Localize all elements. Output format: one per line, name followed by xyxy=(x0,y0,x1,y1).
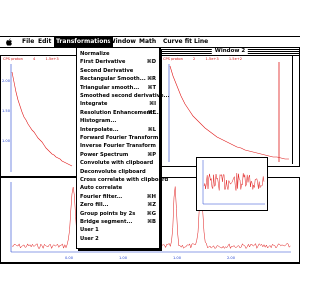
menu-edit[interactable]: Edit xyxy=(38,37,51,47)
inset-plot xyxy=(202,160,265,205)
menu-item-label: Fourier filter... xyxy=(80,193,123,200)
header-value: 1.5e+3 xyxy=(205,57,219,61)
menu-item[interactable]: Inverse Fourier Transform xyxy=(80,142,156,150)
menu-curve-fit[interactable]: Curve fit xyxy=(163,37,192,47)
menu-item[interactable]: Cross correlate with clipboard xyxy=(80,176,168,184)
menu-item[interactable]: Resolution Enhancement... ⌘E xyxy=(80,109,159,117)
menu-item-label: Convolute with clipboard xyxy=(80,160,154,167)
svg-text:1.00: 1.00 xyxy=(173,256,182,260)
menu-item-label: Auto correlate xyxy=(80,185,123,192)
menu-item-label: Integrate xyxy=(80,101,108,108)
menu-item-label: Second Derivative xyxy=(80,67,134,74)
menu-math[interactable]: Math xyxy=(139,37,156,47)
menu-item[interactable]: Power Spectrum ⌘P xyxy=(80,151,156,159)
menu-item-shortcut: ⌘R xyxy=(147,76,156,83)
menu-item-label: Smoothed second derivative... xyxy=(80,93,170,99)
svg-text:2.00: 2.00 xyxy=(227,256,236,260)
menu-item-shortcut: ⌘D xyxy=(146,59,156,66)
menu-item-label: Normalize xyxy=(80,51,110,57)
window-2-scrollbar[interactable] xyxy=(292,56,299,164)
menu-item[interactable]: First Derivative ⌘D xyxy=(80,58,156,66)
menu-item-label: Zero fill... xyxy=(80,202,109,209)
svg-text:1.00: 1.00 xyxy=(119,256,128,260)
menu-file[interactable]: File xyxy=(22,37,34,47)
menu-item[interactable]: Fourier filter... ⌘H xyxy=(80,193,156,201)
window-2-title: Window 2 xyxy=(211,48,249,55)
menu-item[interactable]: Group points by 2s ⌘G xyxy=(80,210,156,218)
menu-item-label: Forward Fourier Transform xyxy=(80,135,159,141)
menu-item-shortcut: ⌘P xyxy=(147,151,156,158)
svg-text:1.50: 1.50 xyxy=(2,109,11,113)
menu-item-label: User 1 xyxy=(80,227,99,234)
menu-item-label: Deconvolute clipboard xyxy=(80,168,146,175)
menu-item[interactable]: User 1 xyxy=(80,226,156,234)
menu-window[interactable]: Window xyxy=(109,37,136,47)
menu-item-shortcut: ⌘G xyxy=(146,210,156,217)
menu-item-label: Triangular smooth... xyxy=(80,84,140,91)
menu-item-shortcut: ⌘T xyxy=(147,84,156,91)
menu-transformations[interactable]: Transformations xyxy=(54,37,114,47)
menu-item[interactable]: Histogram... xyxy=(80,117,156,125)
menu-item-shortcut: ⌘E xyxy=(147,109,156,116)
header-label: CPS proton xyxy=(163,57,183,61)
menu-item-label: Histogram... xyxy=(80,118,117,125)
svg-text:0.00: 0.00 xyxy=(65,256,74,260)
menu-item[interactable]: Zero fill... ⌘Z xyxy=(80,201,156,209)
screen: File Edit Transformations Window Math Cu… xyxy=(0,36,300,264)
header-value: 1.5e+3 xyxy=(45,57,59,61)
menu-item-label: Power Spectrum xyxy=(80,151,129,158)
menu-item-label: User 2 xyxy=(80,235,99,242)
menu-item[interactable]: Interpolate... ⌘L xyxy=(80,126,156,134)
menu-item[interactable]: Auto correlate xyxy=(80,184,156,192)
menu-item-label: Cross correlate with clipboard xyxy=(80,177,169,183)
menu-item[interactable]: Normalize xyxy=(80,50,156,58)
menu-item-label: Interpolate... xyxy=(80,126,119,133)
menu-item[interactable]: Bridge segment... ⌘B xyxy=(80,218,156,226)
transformations-menu: Normalize First Derivative ⌘D Second Deriva… xyxy=(76,47,169,249)
menu-item-label: Bridge segment... xyxy=(80,219,133,225)
svg-text:2.00: 2.00 xyxy=(2,79,11,83)
menu-item-shortcut: ⌘I xyxy=(149,101,156,108)
menu-item-shortcut: ⌘B xyxy=(147,219,156,225)
header-value: 4 xyxy=(33,57,36,61)
window-2-titlebar[interactable]: Window 2 xyxy=(161,48,299,56)
menu-item-label: First Derivative xyxy=(80,59,126,66)
menu-item[interactable]: Triangular smooth... ⌘T xyxy=(80,84,156,92)
menu-item[interactable]: Rectangular Smooth... ⌘R xyxy=(80,75,156,83)
menu-item-shortcut: ⌘Z xyxy=(147,202,156,209)
header-value: 2 xyxy=(193,57,196,61)
menu-item[interactable]: Smoothed second derivative... xyxy=(80,92,169,100)
menu-item[interactable]: Convolute with clipboard xyxy=(80,159,156,167)
svg-text:1.00: 1.00 xyxy=(2,139,11,143)
menu-item[interactable]: Integrate ⌘I xyxy=(80,100,156,108)
menu-item[interactable]: Deconvolute clipboard xyxy=(80,168,156,176)
menu-item-shortcut: ⌘L xyxy=(147,126,156,133)
menu-item[interactable]: User 2 xyxy=(80,235,156,243)
menu-item[interactable]: Forward Fourier Transform xyxy=(80,134,159,142)
window-inset[interactable] xyxy=(196,157,268,211)
menu-line[interactable]: Line xyxy=(194,37,208,47)
menu-item-shortcut: ⌘H xyxy=(146,193,156,200)
menu-item-label: Rectangular Smooth... xyxy=(80,76,146,83)
header-label: CPS proton xyxy=(3,57,23,61)
apple-icon[interactable] xyxy=(5,38,13,46)
header-value: 1.5e+2 xyxy=(228,57,243,61)
menu-item-label: Group points by 2s xyxy=(80,210,136,217)
menu-item[interactable]: Second Derivative xyxy=(80,67,156,75)
window-2[interactable]: Window 2 CPS proton 2 1.5e+3 1.5e+2 xyxy=(160,47,300,167)
right-plot xyxy=(168,62,289,162)
menu-item-label: Inverse Fourier Transform xyxy=(80,143,156,150)
